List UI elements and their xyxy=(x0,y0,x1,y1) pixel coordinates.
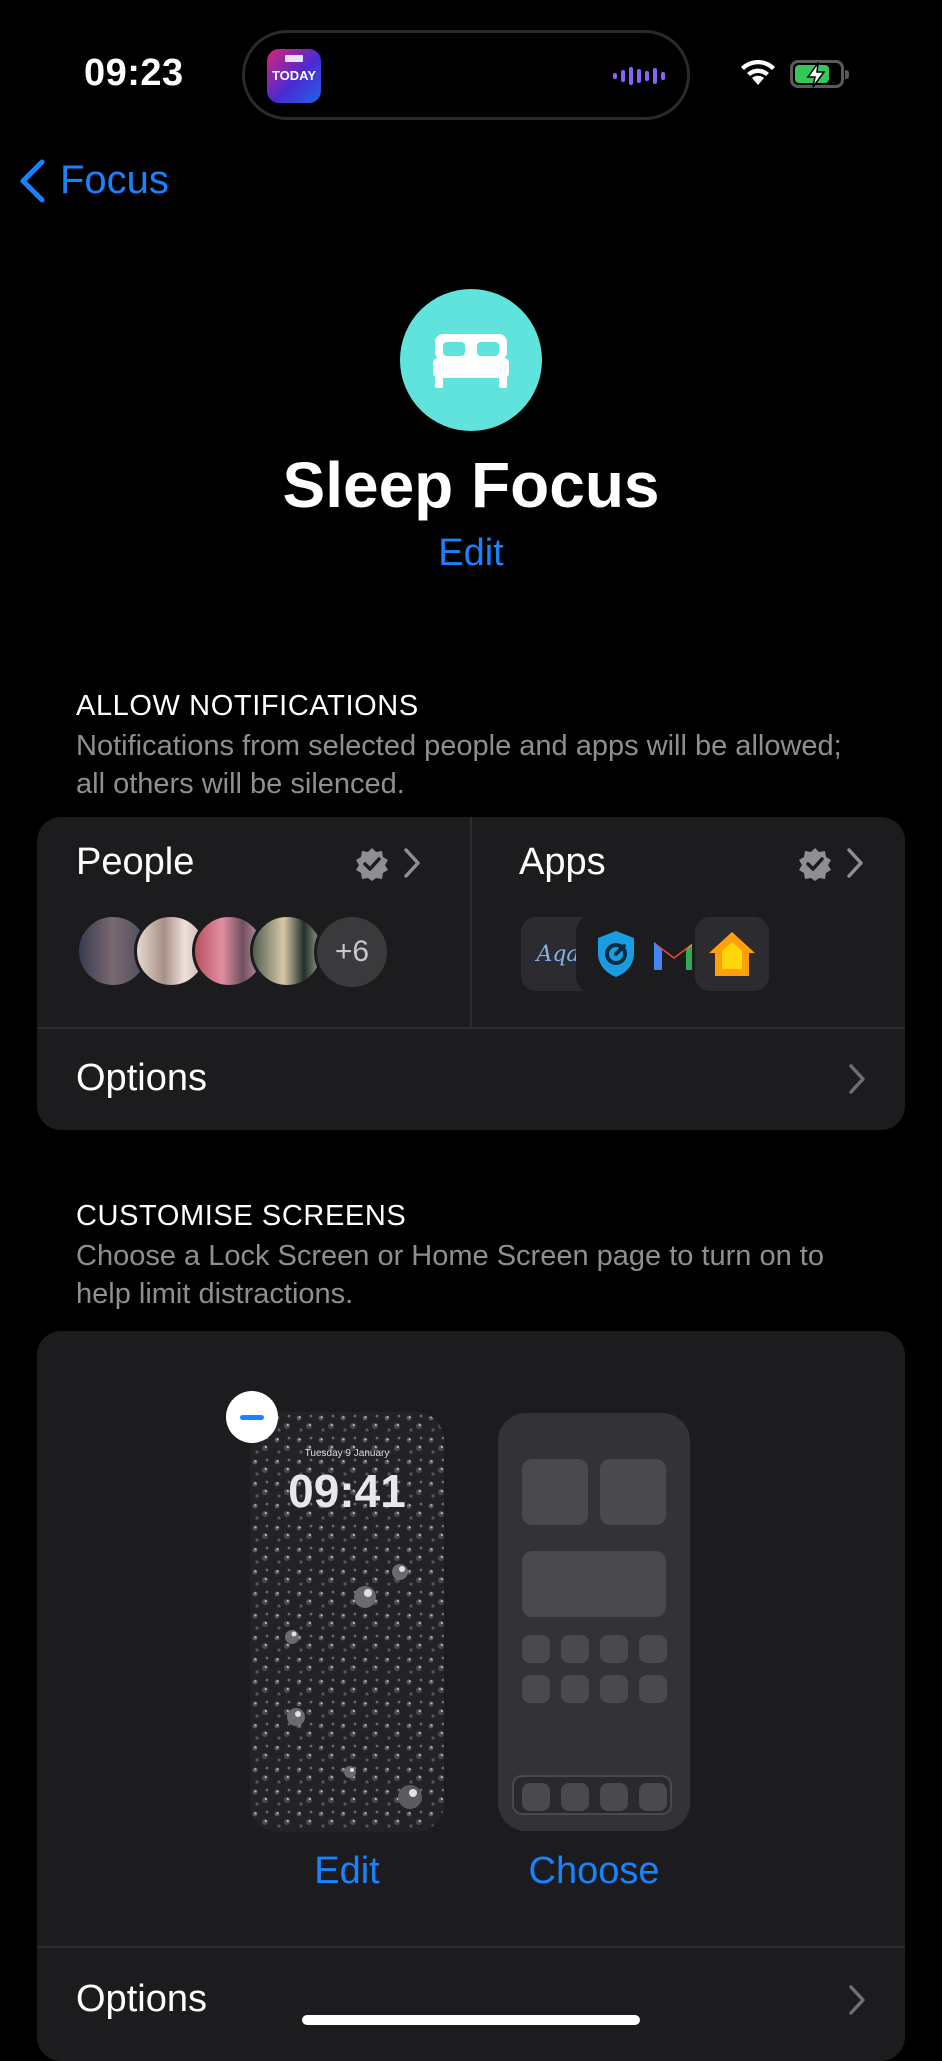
people-label: People xyxy=(76,841,195,883)
minus-icon xyxy=(240,1414,264,1420)
dynamic-island[interactable]: TODAY xyxy=(242,30,690,120)
chevron-right-icon xyxy=(404,848,420,878)
chevron-right-icon xyxy=(847,848,863,878)
verified-badge-icon xyxy=(799,848,831,881)
allow-notifications-heading: ALLOW NOTIFICATIONS xyxy=(76,690,419,722)
page-title: Sleep Focus xyxy=(282,449,660,521)
wifi-icon xyxy=(741,59,775,85)
chevron-left-icon xyxy=(20,159,45,202)
back-button[interactable]: Focus xyxy=(18,158,169,203)
avatar xyxy=(250,914,324,988)
more-people-badge: +6 xyxy=(314,914,390,990)
battery-icon xyxy=(790,60,849,88)
customise-screens-heading: CUSTOMISE SCREENS xyxy=(76,1200,407,1232)
customise-screens-description: Choose a Lock Screen or Home Screen page… xyxy=(76,1240,824,1310)
gmail-icon xyxy=(654,942,694,970)
options-label: Options xyxy=(76,1978,207,2020)
shield-icon xyxy=(598,931,634,977)
edit-focus-button[interactable]: Edit xyxy=(0,532,942,575)
sleep-focus-icon xyxy=(400,289,542,431)
allow-notifications-description: Notifications from selected people and a… xyxy=(76,730,842,800)
remove-lock-screen-button[interactable] xyxy=(226,1391,278,1443)
live-activity-app-label: TODAY xyxy=(271,68,317,83)
chevron-right-icon xyxy=(849,1985,865,2015)
brand-mark xyxy=(285,55,303,62)
apps-label: Apps xyxy=(519,841,606,883)
notifications-options-row[interactable]: Options xyxy=(37,1029,905,1130)
choose-home-screen-button[interactable]: Choose xyxy=(494,1850,694,1893)
verified-badge-icon xyxy=(356,848,388,881)
house-icon xyxy=(709,932,755,976)
lock-screen-preview[interactable]: Tuesday 9 January 09:41 xyxy=(250,1412,444,1832)
status-time: 09:23 xyxy=(84,52,184,94)
home-app-icon xyxy=(692,914,772,994)
back-button-label: Focus xyxy=(60,158,169,202)
home-screen-preview[interactable] xyxy=(498,1413,690,1831)
edit-lock-screen-button[interactable]: Edit xyxy=(250,1850,444,1893)
audio-waveform-icon xyxy=(613,65,665,87)
screens-options-row[interactable]: Options xyxy=(37,1948,905,2048)
live-activity-app-icon[interactable]: TODAY xyxy=(267,49,321,103)
chevron-right-icon xyxy=(849,1064,865,1094)
charging-bolt-icon xyxy=(806,62,826,88)
lock-screen-date: Tuesday 9 January xyxy=(304,1448,390,1459)
options-label: Options xyxy=(76,1057,207,1099)
lock-screen-time: 09:41 xyxy=(288,1465,406,1517)
bed-icon xyxy=(433,334,509,388)
home-indicator[interactable] xyxy=(302,2015,640,2025)
